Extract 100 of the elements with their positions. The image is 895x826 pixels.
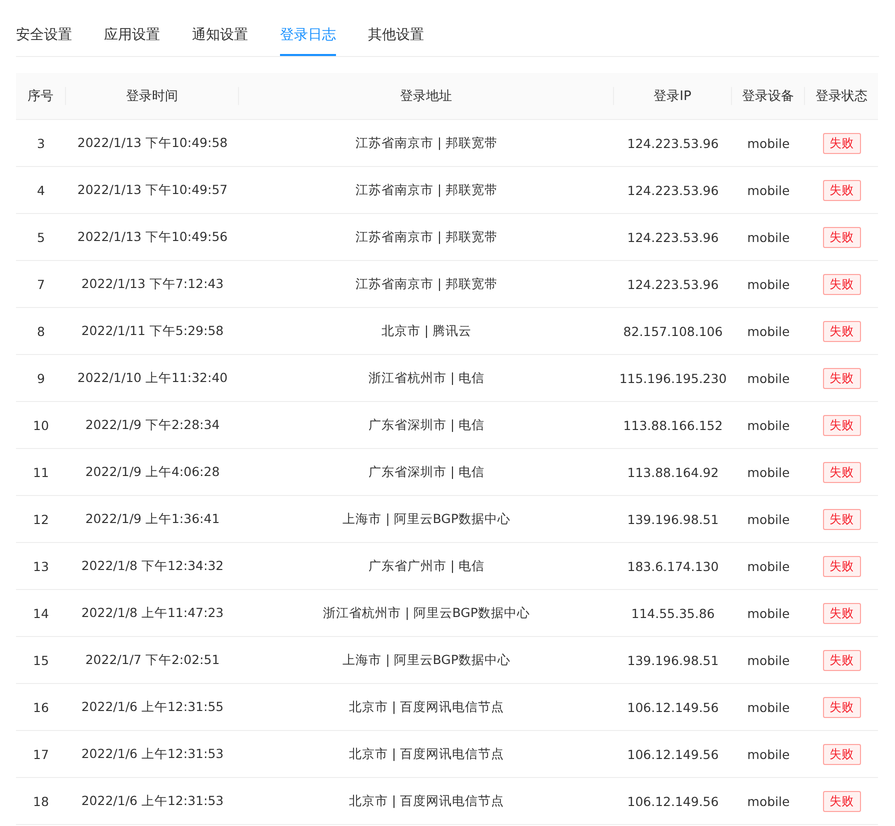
table-cell-text: 124.223.53.96	[626, 136, 720, 150]
table-cell-text: mobile	[746, 512, 791, 526]
status-tag: 失败	[822, 556, 860, 576]
table-cell-text: 106.12.149.56	[626, 746, 720, 762]
tab[interactable]: 应用设置	[104, 24, 160, 56]
table-cell-text: 115.196.195.230	[618, 370, 728, 386]
table-cell-text: mobile	[746, 418, 791, 432]
status-tag: 失败	[822, 226, 860, 248]
table-cell-text: 2022/1/8 下午12:34:32	[80, 558, 225, 574]
table-cell-text: 124.223.53.96	[626, 230, 720, 244]
table-cell-text: 2022/1/9 下午2:28:34	[84, 416, 221, 434]
table-cell-text: 2022/1/7 下午2:02:51	[84, 652, 221, 668]
table-cell-text: 5	[36, 230, 46, 244]
status-tag: 失败	[822, 602, 860, 624]
column-header: 登录状态	[814, 88, 868, 105]
table-cell-text: 江苏省南京市 | 邦联宽带	[354, 182, 499, 198]
table-cell-text: 北京市 | 百度网讯电信节点	[348, 792, 506, 810]
table-cell-text: 18	[32, 794, 50, 808]
table-cell-text: 广东省深圳市 | 电信	[367, 464, 486, 480]
table-cell-text: mobile	[746, 370, 791, 386]
table-cell-text: 17	[32, 746, 50, 762]
table-cell-text: 江苏省南京市 | 邦联宽带	[354, 134, 499, 152]
table-cell-text: 106.12.149.56	[626, 794, 720, 808]
table-cell-text: 上海市 | 阿里云BGP数据中心	[342, 510, 512, 528]
table-cell-text: mobile	[746, 464, 791, 480]
table-cell-text: 2022/1/13 下午7:12:43	[80, 276, 225, 292]
table-cell-text: 江苏省南京市 | 邦联宽带	[354, 228, 499, 246]
column-header: 序号	[16, 87, 66, 105]
table-cell-text: 124.223.53.96	[626, 276, 720, 292]
table-cell-text: 北京市 | 百度网讯电信节点	[348, 746, 506, 762]
table-cell-text: 113.88.164.92	[626, 464, 720, 480]
tab[interactable]: 其他设置	[368, 24, 424, 56]
table-cell-text: 浙江省杭州市 | 阿里云BGP数据中心	[322, 604, 531, 622]
table-cell-text: mobile	[746, 230, 791, 244]
table-cell-text: 139.196.98.51	[626, 512, 720, 526]
table-cell-text: mobile	[746, 558, 791, 574]
table-cell-text: 2022/1/13 下午10:49:56	[76, 228, 229, 246]
table-cell-text: 北京市 | 腾讯云	[380, 322, 473, 340]
table-cell-text: 广东省广州市 | 电信	[367, 558, 486, 574]
table-cell-text: 11	[32, 464, 50, 480]
table-cell-text: 106.12.149.56	[626, 700, 720, 714]
table-cell-text: 12	[32, 512, 50, 526]
table-cell-text: 2022/1/8 上午11:47:23	[80, 604, 225, 622]
table-cell-text: mobile	[746, 652, 791, 668]
table-cell-text: 124.223.53.96	[626, 182, 720, 198]
table-cell-text: 2022/1/13 下午10:49:58	[76, 134, 229, 152]
table-cell-text: 9	[36, 370, 46, 386]
table-cell-text: 上海市 | 阿里云BGP数据中心	[342, 652, 512, 668]
table-cell-text: 北京市 | 百度网讯电信节点	[348, 698, 506, 716]
table-cell-text: 113.88.166.152	[622, 418, 724, 432]
table-cell-text: 2022/1/11 下午5:29:58	[80, 322, 225, 340]
status-tag: 失败	[822, 132, 860, 154]
table-cell-text: mobile	[746, 136, 791, 150]
status-tag: 失败	[822, 320, 860, 342]
status-tag: 失败	[822, 508, 860, 530]
table-cell-text: 2022/1/9 上午1:36:41	[84, 510, 221, 528]
status-tag: 失败	[822, 744, 860, 764]
table-cell-text: 3	[36, 136, 46, 150]
column-header: 登录设备	[732, 87, 805, 105]
table-cell-text: mobile	[746, 700, 791, 714]
table-cell-text: 2022/1/6 上午12:31:53	[80, 746, 225, 762]
table-cell-text: mobile	[746, 746, 791, 762]
table-cell-text: 16	[32, 700, 50, 714]
table-cell-text: 8	[36, 324, 46, 338]
table-cell-text: 139.196.98.51	[626, 652, 720, 668]
table-cell-text: 10	[32, 418, 50, 432]
column-header: 登录IP	[614, 87, 732, 105]
status-tag: 失败	[822, 790, 860, 812]
table-cell-text: 7	[36, 276, 46, 292]
table-cell-text: 广东省深圳市 | 电信	[367, 416, 486, 434]
status-tag: 失败	[822, 180, 860, 200]
table-cell-text: 2022/1/6 上午12:31:55	[80, 698, 225, 716]
table-cell-text: 浙江省杭州市 | 电信	[367, 370, 486, 386]
table-cell-text: mobile	[746, 794, 791, 808]
table-cell-text: mobile	[746, 182, 791, 198]
table-cell-text: mobile	[746, 276, 791, 292]
table-cell-text: 15	[32, 652, 50, 668]
table-cell-text: 4	[36, 182, 46, 198]
table-cell-text: 2022/1/9 上午4:06:28	[84, 464, 221, 480]
status-tag: 失败	[822, 368, 860, 388]
table-cell-text: 114.55.35.86	[630, 606, 716, 620]
table-cell-text: mobile	[746, 606, 791, 620]
column-header: 登录地址	[239, 87, 614, 105]
table-cell-text: mobile	[746, 324, 791, 338]
table-cell-text: 13	[32, 558, 50, 574]
status-tag: 失败	[822, 650, 860, 670]
table-cell-text: 2022/1/6 上午12:31:53	[80, 792, 225, 810]
table-cell-text: 14	[32, 606, 50, 620]
table-cell-text: 2022/1/10 上午11:32:40	[76, 370, 229, 386]
table-cell-text: 江苏省南京市 | 邦联宽带	[354, 276, 499, 292]
table-cell-text: 2022/1/13 下午10:49:57	[76, 182, 229, 198]
table-cell-text: 183.6.174.130	[626, 558, 720, 574]
column-header: 登录时间	[66, 87, 239, 105]
table-cell-text: 82.157.108.106	[622, 324, 724, 338]
tab[interactable]: 安全设置	[16, 24, 72, 56]
status-tag: 失败	[822, 696, 860, 718]
status-tag: 失败	[822, 414, 860, 436]
status-tag: 失败	[822, 274, 860, 294]
tab[interactable]: 通知设置	[192, 24, 248, 56]
status-tag: 失败	[822, 462, 860, 482]
